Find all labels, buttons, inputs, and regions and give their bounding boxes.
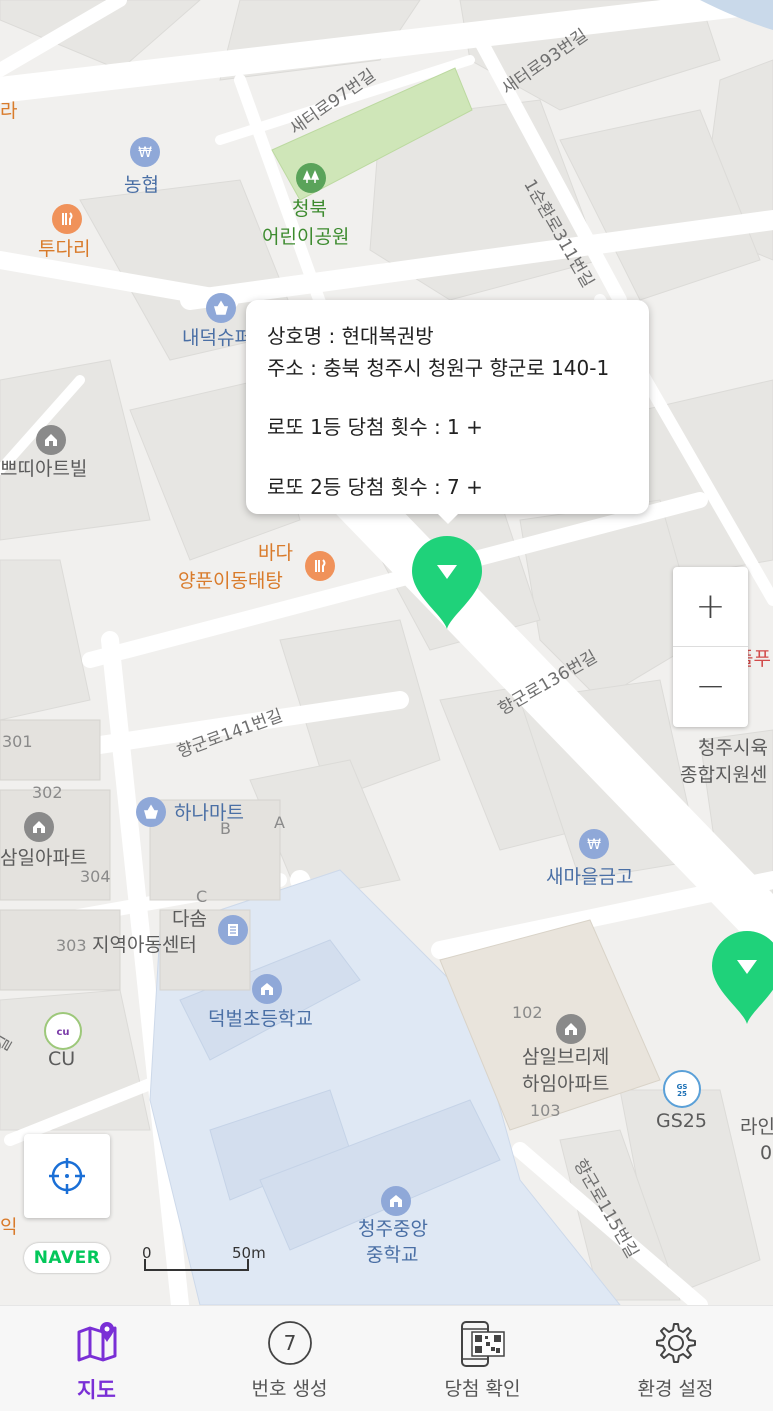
second-prize-count: 로또 2등 당첨 횟수 : 7 + (267, 475, 483, 499)
building-number: C (196, 887, 208, 906)
map-label-park: 청북 (292, 198, 327, 220)
number-ball-icon: 7 (267, 1321, 312, 1365)
building-number: 302 (32, 783, 63, 802)
map-label-gs25: GS25 (656, 1110, 707, 1132)
map-label-ppeutti: 쁘띠아트빌 (0, 458, 88, 480)
naver-logo: NAVER (24, 1243, 110, 1273)
map-label-middle-school: 청주중앙 (358, 1218, 428, 1240)
map-label-deokbeol: 덕벌초등학교 (208, 1008, 313, 1030)
map-pin-icon (77, 1322, 116, 1362)
svg-text:cu: cu (56, 1027, 69, 1038)
map-label-cu: CU (48, 1048, 76, 1070)
building-number: 102 (512, 1003, 543, 1022)
building-number: 103 (530, 1101, 561, 1120)
map-label-hanamart: 하나마트 (174, 802, 244, 824)
park-tree-icon[interactable] (296, 163, 326, 193)
community-center-icon[interactable] (218, 915, 248, 945)
bottom-tab-bar: 지도 7 번호 생성 당첨 확인 환경 설정 (0, 1305, 773, 1411)
map-label-saemaeul: 새마을금고 (546, 866, 634, 888)
map-label-park: 어린이공원 (262, 226, 350, 248)
svg-text:₩: ₩ (587, 837, 601, 853)
building-number: 303 (56, 936, 87, 955)
map-label-naedeok: 내덕슈퍼 (182, 327, 252, 349)
zoom-in-button[interactable]: + (673, 567, 748, 646)
map-label-cheongju-si: 청주시육 (698, 737, 768, 759)
qr-phone-icon (460, 1321, 505, 1367)
map-label: 익 (0, 1216, 18, 1238)
map-scale: 0 50m (140, 1244, 270, 1274)
building-icon[interactable] (556, 1014, 586, 1044)
map-label-cheongju-si: 종합지원센 (680, 764, 768, 786)
zoom-out-button[interactable]: − (673, 647, 748, 726)
crosshair-icon (49, 1158, 85, 1194)
current-location-button[interactable] (24, 1134, 110, 1218)
map-label-samil: 삼일아파트 (0, 847, 88, 869)
building-number: 301 (2, 732, 33, 751)
school-icon[interactable] (381, 1186, 411, 1216)
bank-icon[interactable]: ₩ (130, 137, 160, 167)
number-ball-value: 7 (283, 1331, 296, 1355)
building-icon[interactable] (24, 812, 54, 842)
school-icon[interactable] (252, 974, 282, 1004)
lottery-store-marker[interactable] (710, 930, 773, 1026)
tab-label: 당첨 확인 (444, 1378, 521, 1400)
map-label-middle-school: 중학교 (366, 1244, 419, 1266)
map-label-bada: 바다 (258, 542, 293, 564)
zoom-control: + − (673, 567, 748, 727)
restaurant-icon[interactable] (52, 204, 82, 234)
map-label-dasom: 다솜 (172, 908, 207, 930)
building-number: 304 (80, 867, 111, 886)
store-name: 상호명 : 현대복권방 (267, 324, 434, 348)
tab-number-generate[interactable]: 7 번호 생성 (193, 1306, 386, 1411)
gs25-store-icon[interactable]: GS 25 (663, 1070, 701, 1108)
tab-check-winning[interactable]: 당첨 확인 (386, 1306, 579, 1411)
store-info-popup[interactable]: 상호명 : 현대복권방 주소 : 충북 청주시 청원구 향군로 140-1 로또… (246, 300, 649, 524)
building-number: B (220, 819, 231, 838)
map-label-bada: 양푼이동태탕 (178, 570, 283, 592)
bank-icon[interactable]: ₩ (579, 829, 609, 859)
map-label-samil-bridge: 하임아파트 (522, 1073, 610, 1095)
first-prize-count: 로또 1등 당첨 횟수 : 1 + (267, 415, 483, 439)
store-basket-icon[interactable] (136, 797, 166, 827)
map-label-samil-bridge: 삼일브리제 (522, 1046, 610, 1068)
gear-icon (655, 1323, 696, 1363)
tab-label: 지도 (77, 1378, 116, 1402)
lottery-store-marker[interactable] (410, 535, 484, 631)
tab-label: 번호 생성 (251, 1378, 328, 1400)
map-label-rain: 라인 (740, 1116, 773, 1138)
cu-store-icon[interactable]: cu (44, 1012, 82, 1050)
map-view[interactable]: ₩ cu ₩ GS 25 라 농협 투다리 청북 어린이공원 내덕슈퍼 쁘띠아트… (0, 0, 773, 1305)
building-number: A (274, 813, 285, 832)
map-label-dasom: 지역아동센터 (92, 934, 197, 956)
map-label: 라 (0, 100, 18, 122)
tab-map[interactable]: 지도 (0, 1306, 193, 1411)
restaurant-icon[interactable] (305, 551, 335, 581)
map-label-tudari: 투다리 (38, 238, 91, 260)
map-label-nonghyup: 농협 (124, 174, 159, 196)
building-icon[interactable] (36, 425, 66, 455)
store-address: 주소 : 충북 청주시 청원구 향군로 140-1 (267, 356, 610, 380)
svg-text:₩: ₩ (138, 145, 152, 161)
svg-text:25: 25 (677, 1090, 687, 1098)
tab-settings[interactable]: 환경 설정 (579, 1306, 772, 1411)
map-label-rain: 0 (760, 1142, 773, 1164)
store-basket-icon[interactable] (206, 293, 236, 323)
scale-bar (144, 1259, 249, 1271)
tab-label: 환경 설정 (637, 1378, 714, 1400)
